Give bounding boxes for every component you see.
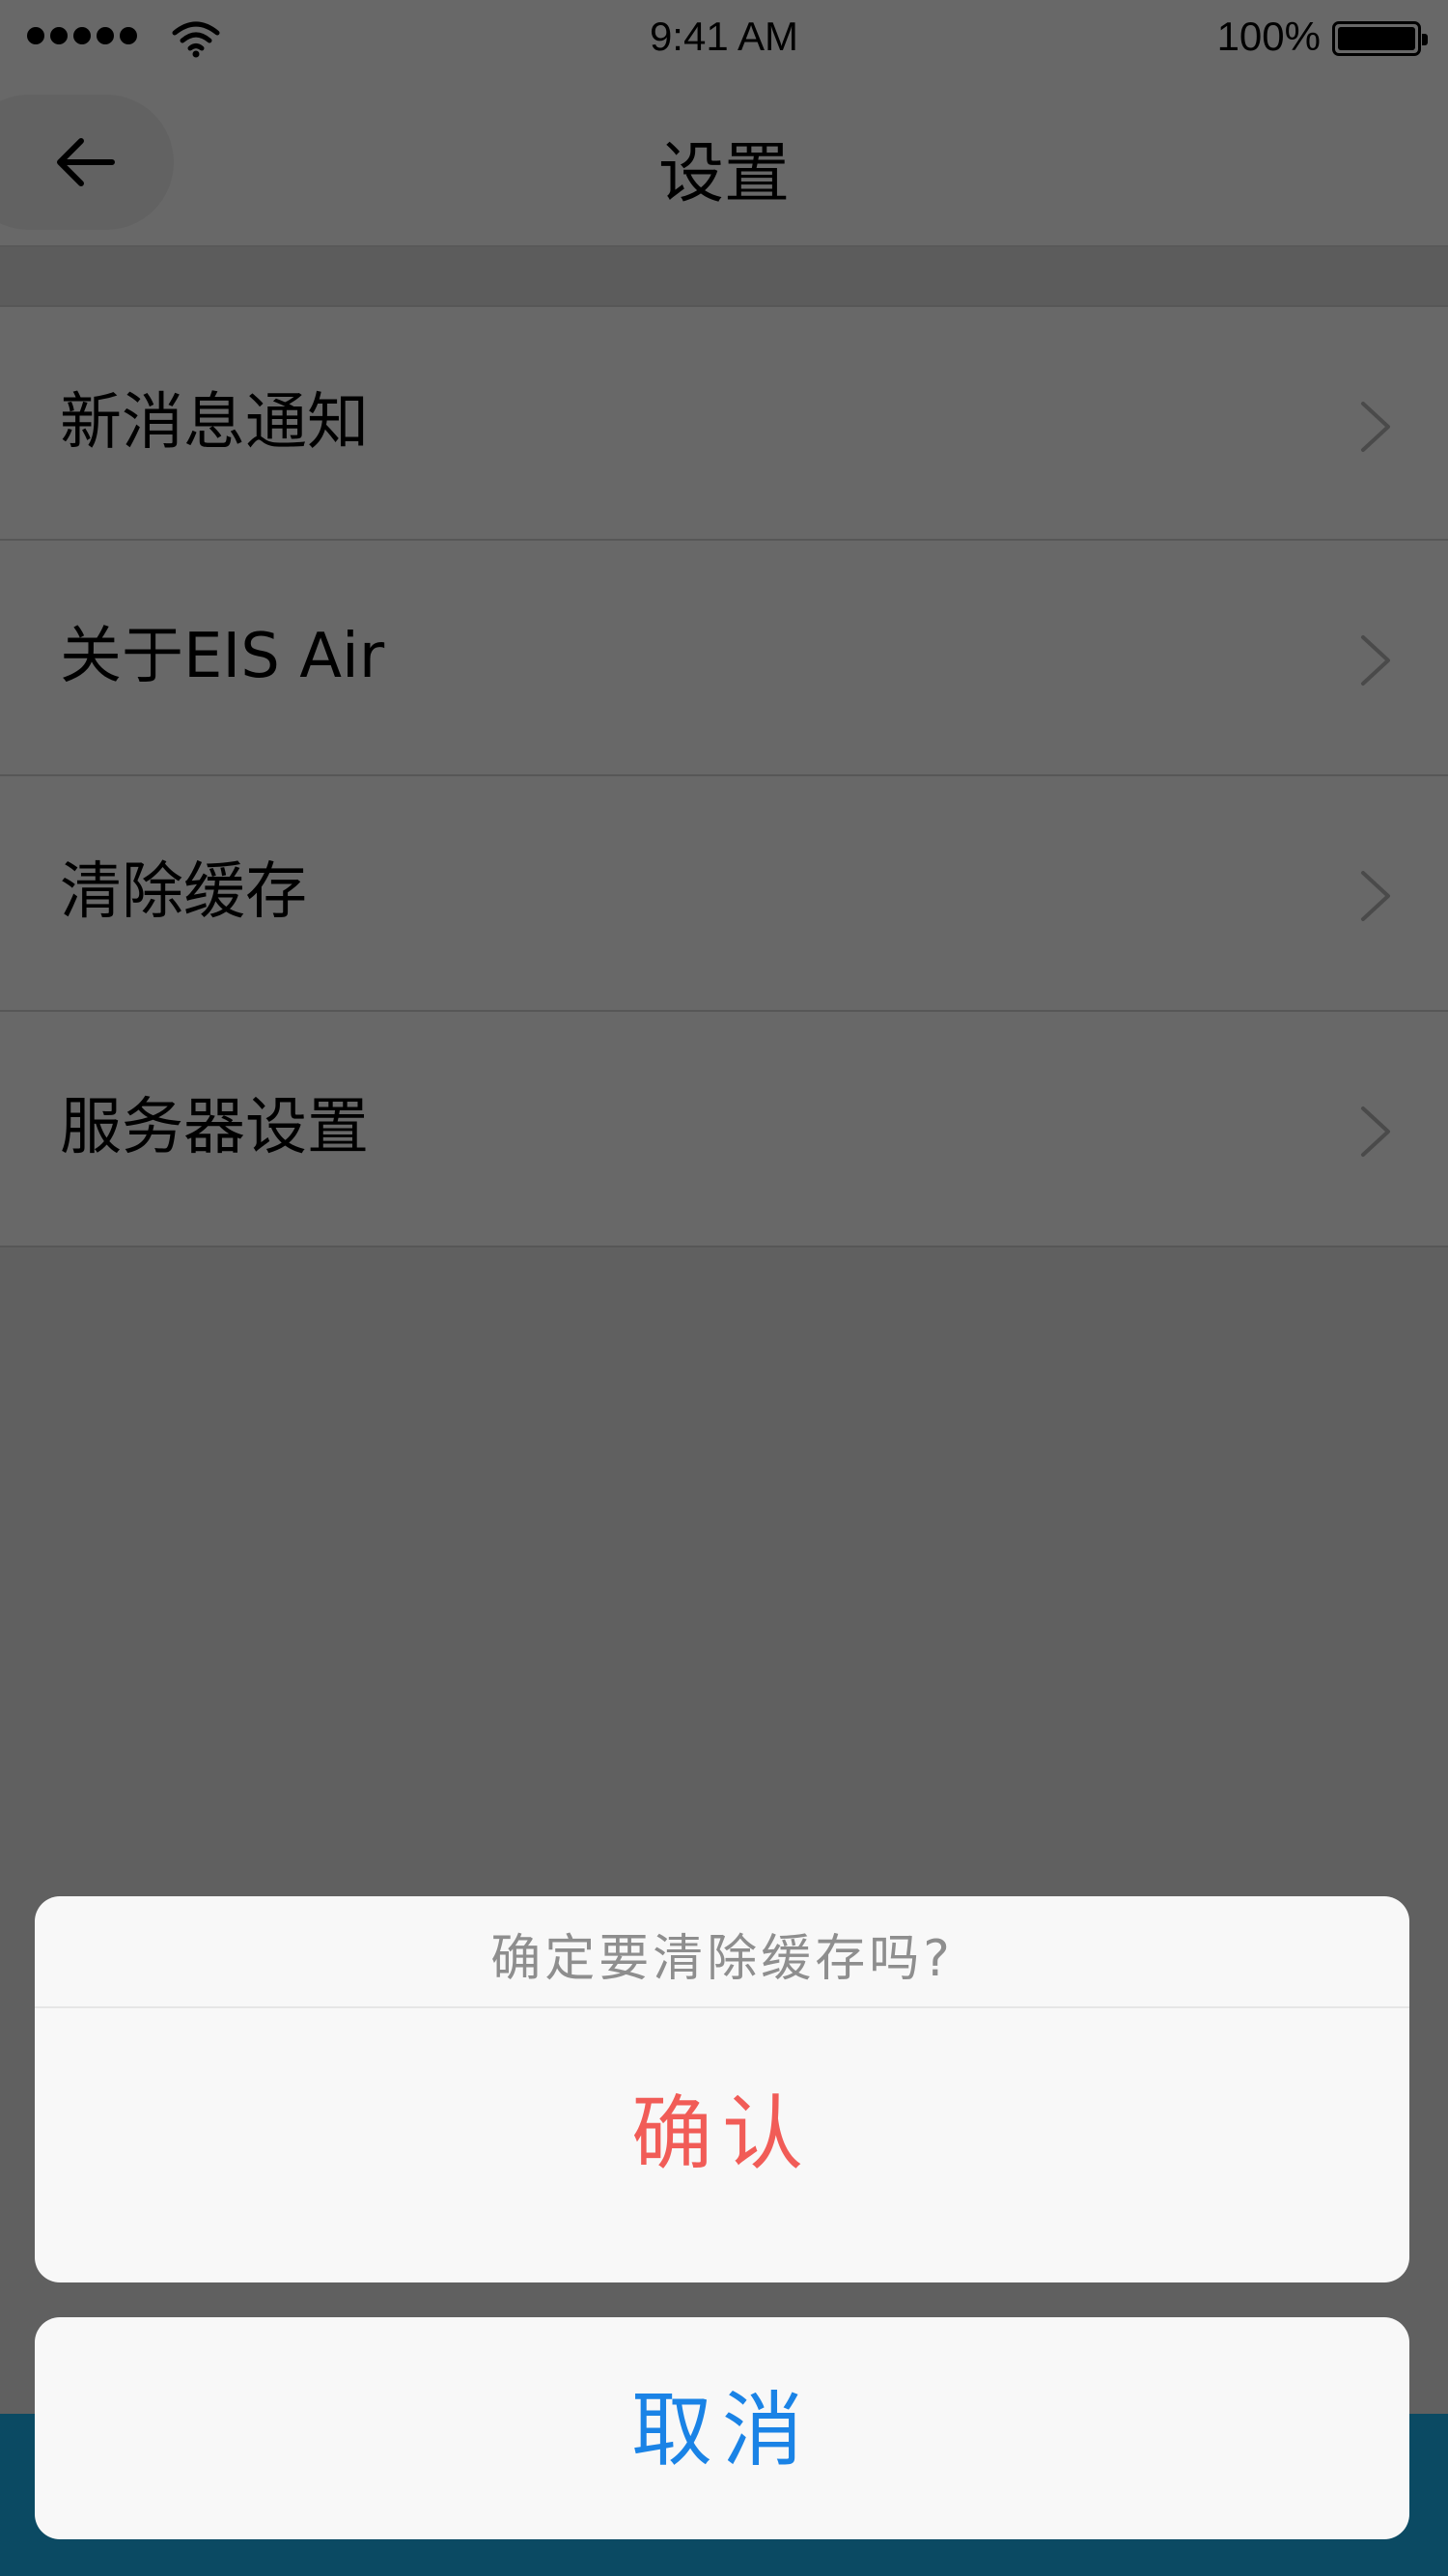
settings-item-label: 关于EIS Air xyxy=(60,621,385,692)
settings-item-label: 新消息通知 xyxy=(60,387,369,459)
action-sheet: 确定要清除缓存吗? 确认 xyxy=(35,1896,1409,2282)
settings-item-clear-cache[interactable]: 清除缓存 xyxy=(0,776,1448,1012)
section-spacer xyxy=(0,247,1448,305)
status-bar: 9:41 AM 100% xyxy=(0,0,1448,81)
chevron-right-icon xyxy=(1361,402,1390,452)
page-title: 设置 xyxy=(657,136,790,212)
settings-item-about[interactable]: 关于EIS Air xyxy=(0,541,1448,776)
battery-icon xyxy=(1332,21,1428,56)
navigation-bar: 设置 xyxy=(0,81,1448,247)
cancel-button[interactable]: 取消 xyxy=(35,2317,1409,2539)
settings-item-new-message-notification[interactable]: 新消息通知 xyxy=(0,305,1448,541)
settings-list: 新消息通知 关于EIS Air 清除缓存 服务器设置 xyxy=(0,305,1448,1247)
settings-item-label: 清除缓存 xyxy=(60,856,307,928)
settings-item-label: 服务器设置 xyxy=(60,1092,369,1163)
chevron-right-icon xyxy=(1361,1106,1390,1157)
settings-item-server-settings[interactable]: 服务器设置 xyxy=(0,1012,1448,1247)
battery-percentage: 100% xyxy=(1216,14,1321,59)
chevron-right-icon xyxy=(1361,871,1390,921)
chevron-right-icon xyxy=(1361,635,1390,686)
action-sheet-message: 确定要清除缓存吗? xyxy=(35,1896,1409,2008)
confirm-button[interactable]: 确认 xyxy=(35,2008,1409,2282)
